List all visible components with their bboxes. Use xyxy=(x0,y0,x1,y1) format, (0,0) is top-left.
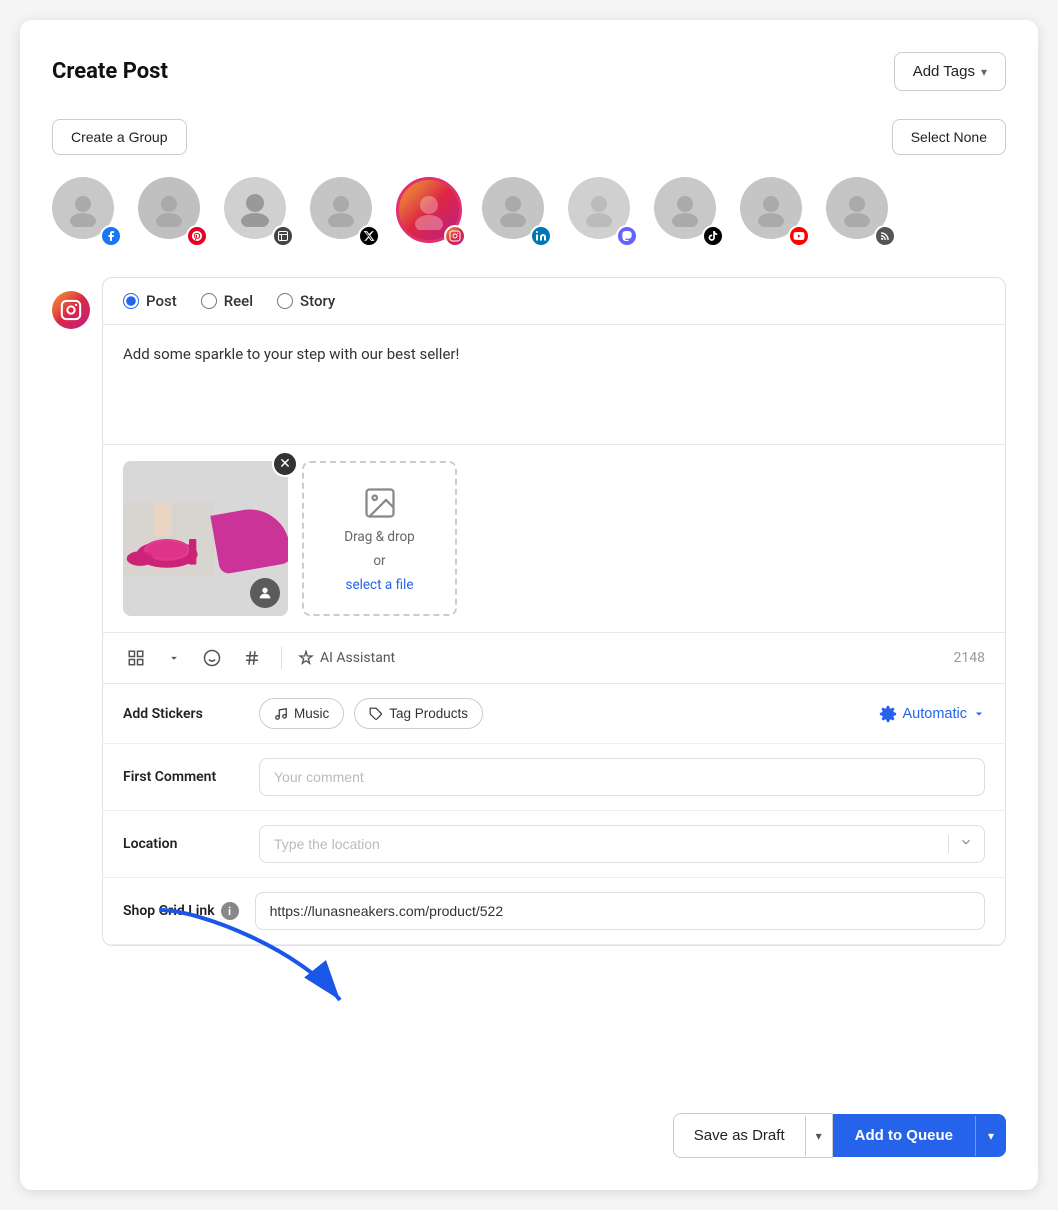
add-queue-chevron-button[interactable]: ▾ xyxy=(975,1116,1006,1156)
tag-products-button[interactable]: Tag Products xyxy=(354,698,483,729)
music-icon xyxy=(274,707,288,721)
page-title: Create Post xyxy=(52,59,168,84)
location-row: Location xyxy=(103,811,1005,878)
group-row: Create a Group Select None xyxy=(52,119,1006,155)
instagram-active-icon xyxy=(52,291,90,329)
avatar-youtube[interactable] xyxy=(740,177,812,249)
chevron-down-icon: ▾ xyxy=(981,65,987,79)
automatic-label: Automatic xyxy=(903,706,967,722)
avatar-facebook[interactable] xyxy=(52,177,124,249)
add-tags-button[interactable]: Add Tags ▾ xyxy=(894,52,1006,91)
editor-toolbar: AI Assistant 2148 xyxy=(103,633,1005,684)
location-input[interactable] xyxy=(259,825,985,863)
add-tags-label: Add Tags xyxy=(913,63,975,80)
bottom-actions: Save as Draft ▾ Add to Queue ▾ xyxy=(673,1113,1006,1158)
shop-grid-row: Shop Grid Link i xyxy=(103,878,1005,945)
avatar-mastodon[interactable] xyxy=(568,177,640,249)
fields-section: Add Stickers Music Tag Produ xyxy=(103,684,1005,945)
save-draft-group: Save as Draft ▾ xyxy=(673,1113,833,1158)
tag-icon xyxy=(369,707,383,721)
avatar-instagram[interactable] xyxy=(396,177,468,249)
save-draft-chevron-button[interactable]: ▾ xyxy=(805,1116,832,1156)
stickers-buttons: Music Tag Products xyxy=(259,698,863,729)
remove-media-button[interactable]: ✕ xyxy=(272,451,298,477)
reel-radio[interactable] xyxy=(201,293,217,309)
save-draft-button[interactable]: Save as Draft xyxy=(674,1114,805,1157)
first-comment-input[interactable] xyxy=(259,758,985,796)
page-container: Create Post Add Tags ▾ Create a Group Se… xyxy=(20,20,1038,1190)
location-input-wrap xyxy=(259,825,985,863)
avatar-rss[interactable] xyxy=(826,177,898,249)
ai-assistant-button[interactable]: AI Assistant xyxy=(298,650,395,666)
ai-label: AI Assistant xyxy=(320,650,395,666)
post-text-area: Add some sparkle to your step with our b… xyxy=(103,325,1005,445)
post-type-post[interactable]: Post xyxy=(123,292,177,310)
add-queue-group: Add to Queue ▾ xyxy=(833,1114,1006,1157)
toolbar-divider xyxy=(281,647,282,669)
post-radio[interactable] xyxy=(123,293,139,309)
select-file-link[interactable]: select a file xyxy=(345,577,413,593)
char-count: 2148 xyxy=(954,650,985,666)
avatar-linkedin[interactable] xyxy=(482,177,554,249)
music-button[interactable]: Music xyxy=(259,698,344,729)
drop-zone-or: or xyxy=(373,553,385,569)
drop-zone-text: Drag & drop xyxy=(344,529,415,545)
editor-panel: Post Reel Story Add some sparkle to your… xyxy=(102,277,1006,946)
avatar-meta[interactable] xyxy=(224,177,296,249)
instagram-col xyxy=(52,277,102,946)
add-queue-button[interactable]: Add to Queue xyxy=(833,1114,975,1157)
shop-grid-input[interactable] xyxy=(255,892,985,930)
header: Create Post Add Tags ▾ xyxy=(52,52,1006,91)
media-area: ✕ Drag & drop or select a file xyxy=(103,445,1005,633)
shop-grid-label: Shop Grid Link xyxy=(123,903,215,919)
media-avatar-overlay xyxy=(250,578,280,608)
create-group-button[interactable]: Create a Group xyxy=(52,119,187,155)
location-chevron-icon xyxy=(948,835,973,853)
stickers-label: Add Stickers xyxy=(123,706,243,722)
shoe-svg xyxy=(123,479,215,599)
first-comment-row: First Comment xyxy=(103,744,1005,811)
content-panel: Post Reel Story Add some sparkle to your… xyxy=(52,277,1006,946)
media-thumbnail: ✕ xyxy=(123,461,288,616)
avatar-row xyxy=(52,177,1006,249)
post-text-content: Add some sparkle to your step with our b… xyxy=(123,345,459,363)
avatar-pinterest[interactable] xyxy=(138,177,210,249)
first-comment-label: First Comment xyxy=(123,769,243,785)
hashtag-button[interactable] xyxy=(239,645,265,671)
gear-icon xyxy=(879,705,897,723)
drop-zone[interactable]: Drag & drop or select a file xyxy=(302,461,457,616)
shop-grid-label-wrap: Shop Grid Link i xyxy=(123,902,239,920)
automatic-chevron-icon xyxy=(973,708,985,720)
select-none-button[interactable]: Select None xyxy=(892,119,1006,155)
post-type-reel[interactable]: Reel xyxy=(201,292,253,310)
shop-grid-info-icon: i xyxy=(221,902,239,920)
emoji-button[interactable] xyxy=(199,645,225,671)
post-type-tabs: Post Reel Story xyxy=(103,278,1005,325)
avatar-tiktok[interactable] xyxy=(654,177,726,249)
story-radio[interactable] xyxy=(277,293,293,309)
grid-button[interactable] xyxy=(123,645,149,671)
image-upload-icon xyxy=(362,485,398,521)
avatar-twitter[interactable] xyxy=(310,177,382,249)
dropdown-button[interactable] xyxy=(163,647,185,669)
music-label: Music xyxy=(294,706,329,721)
automatic-button[interactable]: Automatic xyxy=(879,705,985,723)
location-label: Location xyxy=(123,836,243,852)
stickers-row: Add Stickers Music Tag Produ xyxy=(103,684,1005,744)
tag-products-label: Tag Products xyxy=(389,706,468,721)
post-type-story[interactable]: Story xyxy=(277,292,335,310)
